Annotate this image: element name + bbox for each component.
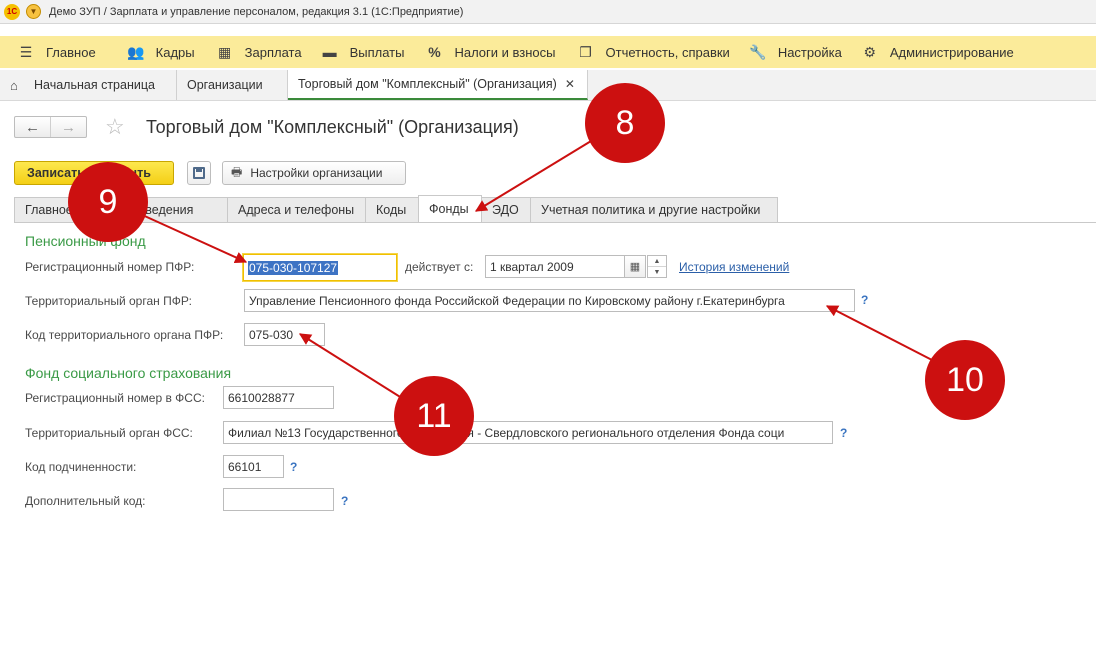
section-label: Администрирование <box>889 44 1014 60</box>
app-logo-icon: 1C <box>4 3 20 20</box>
subordination-code-label: Код подчиненности: <box>25 460 137 474</box>
additional-code-label: Дополнительный код: <box>25 494 146 508</box>
tab-start-page[interactable]: ⌂ Начальная страница <box>0 70 177 100</box>
valid-from-label: действует с: <box>405 260 474 274</box>
tab-label: Организации <box>187 78 263 92</box>
tab-label: Начальная страница <box>34 78 155 92</box>
people-icon: 👥 <box>126 43 145 60</box>
history-link[interactable]: История изменений <box>679 260 789 274</box>
wrench-icon: 🔧 <box>749 43 767 60</box>
section-label: Зарплата <box>244 44 302 60</box>
spin-up-icon[interactable]: ▲ <box>648 256 666 266</box>
close-icon[interactable]: ✕ <box>565 77 575 91</box>
tab-codes[interactable]: Коды <box>365 197 419 222</box>
pfr-territorial-label: Территориальный орган ПФР: <box>25 294 192 308</box>
pfr-territorial-input[interactable]: Управление Пенсионного фонда Российской … <box>244 289 855 312</box>
main-menu-dropdown-icon[interactable]: ▼ <box>26 4 41 19</box>
pfr-reg-number-input[interactable]: 075-030-107127 <box>243 254 397 281</box>
fss-group-title: Фонд социального страхования <box>25 365 232 381</box>
section-label: Главное <box>46 44 96 60</box>
form-title: Торговый дом "Комплексный" (Организация) <box>146 117 519 137</box>
section-settings[interactable]: 🔧 Настройка <box>740 36 852 68</box>
annotation-badge-9: 9 <box>68 162 148 242</box>
window-title: Демо ЗУП / Зарплата и управление персона… <box>49 5 464 18</box>
tab-organizations[interactable]: Организации <box>177 70 288 100</box>
calculator-icon: ▦ <box>218 43 232 60</box>
period-spinner[interactable]: ▲ ▼ <box>647 255 667 278</box>
tab-label: Коды <box>376 203 407 217</box>
subordination-code-input[interactable]: 66101 <box>223 455 284 478</box>
tab-label: Учетная политика и другие настройки <box>541 203 761 217</box>
tab-edo[interactable]: ЭДО <box>481 197 531 222</box>
printer-icon: 🖶 <box>231 164 243 179</box>
floppy-disk-icon <box>193 167 205 179</box>
window-titlebar: 1C ▼ Демо ЗУП / Зарплата и управление пе… <box>0 0 1096 24</box>
button-label: Настройки организации <box>250 166 383 180</box>
section-payments[interactable]: ▬ Выплаты <box>312 36 415 68</box>
tabs-divider <box>14 222 1096 223</box>
open-windows-bar: ⌂ Начальная страница Организации Торговы… <box>0 70 1096 101</box>
section-label: Кадры <box>155 44 195 60</box>
tab-label: ЭДО <box>492 203 519 217</box>
section-reports[interactable]: ❐ Отчетность, справки <box>568 36 740 68</box>
section-administration[interactable]: ⚙ Администрирование <box>852 36 1024 68</box>
section-salary[interactable]: ▦ Зарплата <box>207 36 312 68</box>
help-icon[interactable]: ? <box>341 494 348 508</box>
pfr-territorial-code-input[interactable]: 075-030 <box>244 323 325 346</box>
save-button[interactable] <box>187 161 211 185</box>
pfr-reg-number-label: Регистрационный номер ПФР: <box>25 260 195 274</box>
section-label: Налоги и взносы <box>454 44 556 60</box>
additional-code-input[interactable] <box>223 488 334 511</box>
annotation-badge-10: 10 <box>925 340 1005 420</box>
forward-arrow-icon[interactable]: → <box>50 117 86 137</box>
valid-from-input[interactable]: 1 квартал 2009 <box>485 255 625 278</box>
fss-reg-number-label: Регистрационный номер в ФСС: <box>25 391 205 405</box>
fss-reg-number-input[interactable]: 6610028877 <box>223 386 334 409</box>
calendar-icon[interactable]: ▦ <box>624 255 646 278</box>
gear-icon: ⚙ <box>863 43 877 60</box>
spin-down-icon[interactable]: ▼ <box>648 266 666 277</box>
pfr-territorial-code-label: Код территориального органа ПФР: <box>25 328 224 342</box>
section-label: Отчетность, справки <box>605 44 730 60</box>
tab-organization-form[interactable]: Торговый дом "Комплексный" (Организация)… <box>288 70 588 100</box>
tab-funds[interactable]: Фонды <box>418 195 482 222</box>
help-icon[interactable]: ? <box>840 426 847 440</box>
help-icon[interactable]: ? <box>290 460 297 474</box>
selected-text: 075-030-107127 <box>248 260 339 275</box>
section-main[interactable]: ☰ Главное <box>0 36 106 68</box>
percent-icon: % <box>428 44 441 60</box>
section-label: Настройка <box>777 44 842 60</box>
tab-label: Фонды <box>429 202 469 216</box>
annotation-badge-11: 11 <box>394 376 474 456</box>
fss-territorial-label: Территориальный орган ФСС: <box>25 426 193 440</box>
tab-label: Адреса и телефоны <box>238 203 355 217</box>
section-hr[interactable]: 👥 Кадры <box>118 36 205 68</box>
menu-icon: ☰ <box>19 43 33 60</box>
section-label: Выплаты <box>349 44 405 60</box>
tab-addresses[interactable]: Адреса и телефоны <box>227 197 366 222</box>
back-arrow-icon[interactable]: ← <box>15 117 50 137</box>
tab-accounting-policy[interactable]: Учетная политика и другие настройки <box>530 197 778 222</box>
wallet-icon: ▬ <box>322 44 337 60</box>
annotation-badge-8: 8 <box>585 83 665 163</box>
help-icon[interactable]: ? <box>861 293 868 307</box>
organization-settings-button[interactable]: 🖶 Настройки организации <box>222 161 406 185</box>
fss-territorial-input[interactable]: Филиал №13 Государственного учреждения -… <box>223 421 833 444</box>
section-taxes[interactable]: % Налоги и взносы <box>416 36 565 68</box>
favorite-star-icon[interactable]: ☆ <box>105 114 125 140</box>
home-icon: ⌂ <box>10 77 18 93</box>
annotation-arrow-10 <box>825 305 933 361</box>
sections-panel: ☰ Главное 👥 Кадры ▦ Зарплата ▬ Выплаты %… <box>0 36 1096 68</box>
documents-icon: ❐ <box>579 43 592 60</box>
tab-label: Торговый дом "Комплексный" (Организация) <box>298 77 557 91</box>
navigation-buttons: ← → <box>14 116 87 138</box>
